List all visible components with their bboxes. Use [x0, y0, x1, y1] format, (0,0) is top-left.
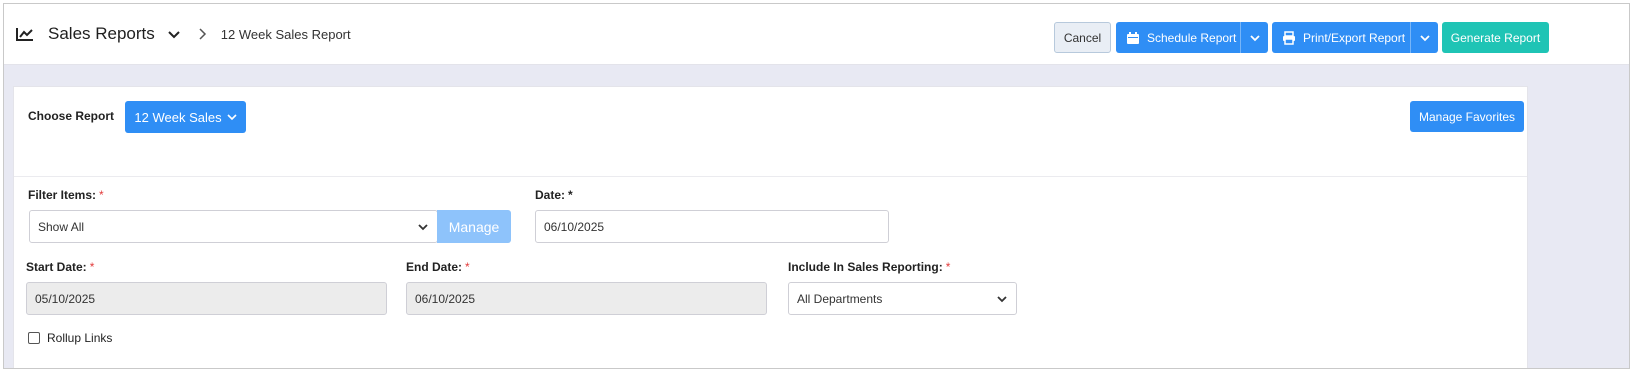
section-title[interactable]: Sales Reports — [48, 24, 155, 44]
top-bar: Sales Reports 12 Week Sales Report Cance… — [4, 4, 1629, 65]
required-marker: * — [99, 188, 104, 202]
chevron-down-icon[interactable] — [167, 27, 181, 41]
schedule-report-label: Schedule Report — [1147, 30, 1237, 45]
chevron-down-icon — [996, 293, 1008, 305]
manage-filter-button[interactable]: Manage — [437, 210, 511, 243]
manage-favorites-label: Manage Favorites — [1418, 109, 1516, 124]
choose-report-dropdown[interactable]: 12 Week Sales — [125, 101, 246, 133]
chevron-down-icon — [227, 112, 237, 122]
chart-line-icon — [16, 27, 34, 41]
chevron-right-icon — [197, 27, 207, 41]
include-sales-label: Include In Sales Reporting: * — [788, 260, 950, 274]
date-label: Date: * — [535, 188, 573, 202]
required-marker: * — [89, 260, 95, 274]
calendar-icon — [1126, 31, 1140, 45]
required-marker: * — [568, 188, 573, 202]
filter-items-select[interactable]: Show All — [29, 210, 438, 243]
chevron-down-icon[interactable] — [1410, 22, 1438, 53]
date-value: 06/10/2025 — [544, 219, 605, 234]
cancel-button-label: Cancel — [1063, 30, 1102, 45]
end-date-value: 06/10/2025 — [415, 291, 476, 306]
end-date-input: 06/10/2025 — [406, 282, 767, 315]
section-divider — [14, 176, 1527, 177]
rollup-links-checkbox[interactable] — [28, 332, 40, 344]
required-marker: * — [465, 260, 470, 274]
include-sales-label-text: Include In Sales Reporting: — [788, 260, 943, 274]
date-input[interactable]: 06/10/2025 — [535, 210, 889, 243]
manage-favorites-button[interactable]: Manage Favorites — [1410, 101, 1524, 132]
end-date-label-text: End Date: — [406, 260, 463, 274]
app-window: Sales Reports 12 Week Sales Report Cance… — [3, 3, 1630, 369]
chevron-down-icon — [417, 221, 429, 233]
rollup-links-label[interactable]: Rollup Links — [47, 331, 112, 345]
generate-report-label: Generate Report — [1450, 30, 1541, 45]
start-date-label: Start Date: * — [26, 260, 94, 274]
report-panel: Choose Report 12 Week Sales Manage Favor… — [13, 86, 1528, 368]
cancel-button[interactable]: Cancel — [1054, 22, 1111, 53]
date-label-text: Date: — [535, 188, 566, 202]
print-export-label: Print/Export Report — [1303, 30, 1406, 45]
current-page-title: 12 Week Sales Report — [220, 26, 351, 42]
rollup-links-row[interactable]: Rollup Links — [28, 331, 112, 345]
breadcrumb: Sales Reports 12 Week Sales Report — [16, 24, 351, 44]
chevron-down-icon[interactable] — [1240, 22, 1268, 53]
start-date-input: 05/10/2025 — [26, 282, 387, 315]
choose-report-label: Choose Report — [28, 109, 115, 123]
manage-filter-label: Manage — [448, 218, 500, 235]
start-date-value: 05/10/2025 — [35, 291, 96, 306]
filter-items-label-text: Filter Items: — [28, 188, 97, 202]
selected-report-label: 12 Week Sales — [134, 109, 222, 125]
include-sales-value: All Departments — [797, 291, 883, 306]
filter-items-value: Show All — [38, 219, 85, 234]
printer-icon — [1282, 30, 1296, 45]
include-sales-select[interactable]: All Departments — [788, 282, 1017, 315]
schedule-report-button[interactable]: Schedule Report — [1116, 22, 1268, 53]
generate-report-button[interactable]: Generate Report — [1442, 22, 1549, 53]
print-export-button[interactable]: Print/Export Report — [1272, 22, 1438, 53]
start-date-label-text: Start Date: — [26, 260, 87, 274]
end-date-label: End Date: * — [406, 260, 470, 274]
filter-items-label: Filter Items: * — [28, 188, 104, 202]
required-marker: * — [945, 260, 951, 274]
